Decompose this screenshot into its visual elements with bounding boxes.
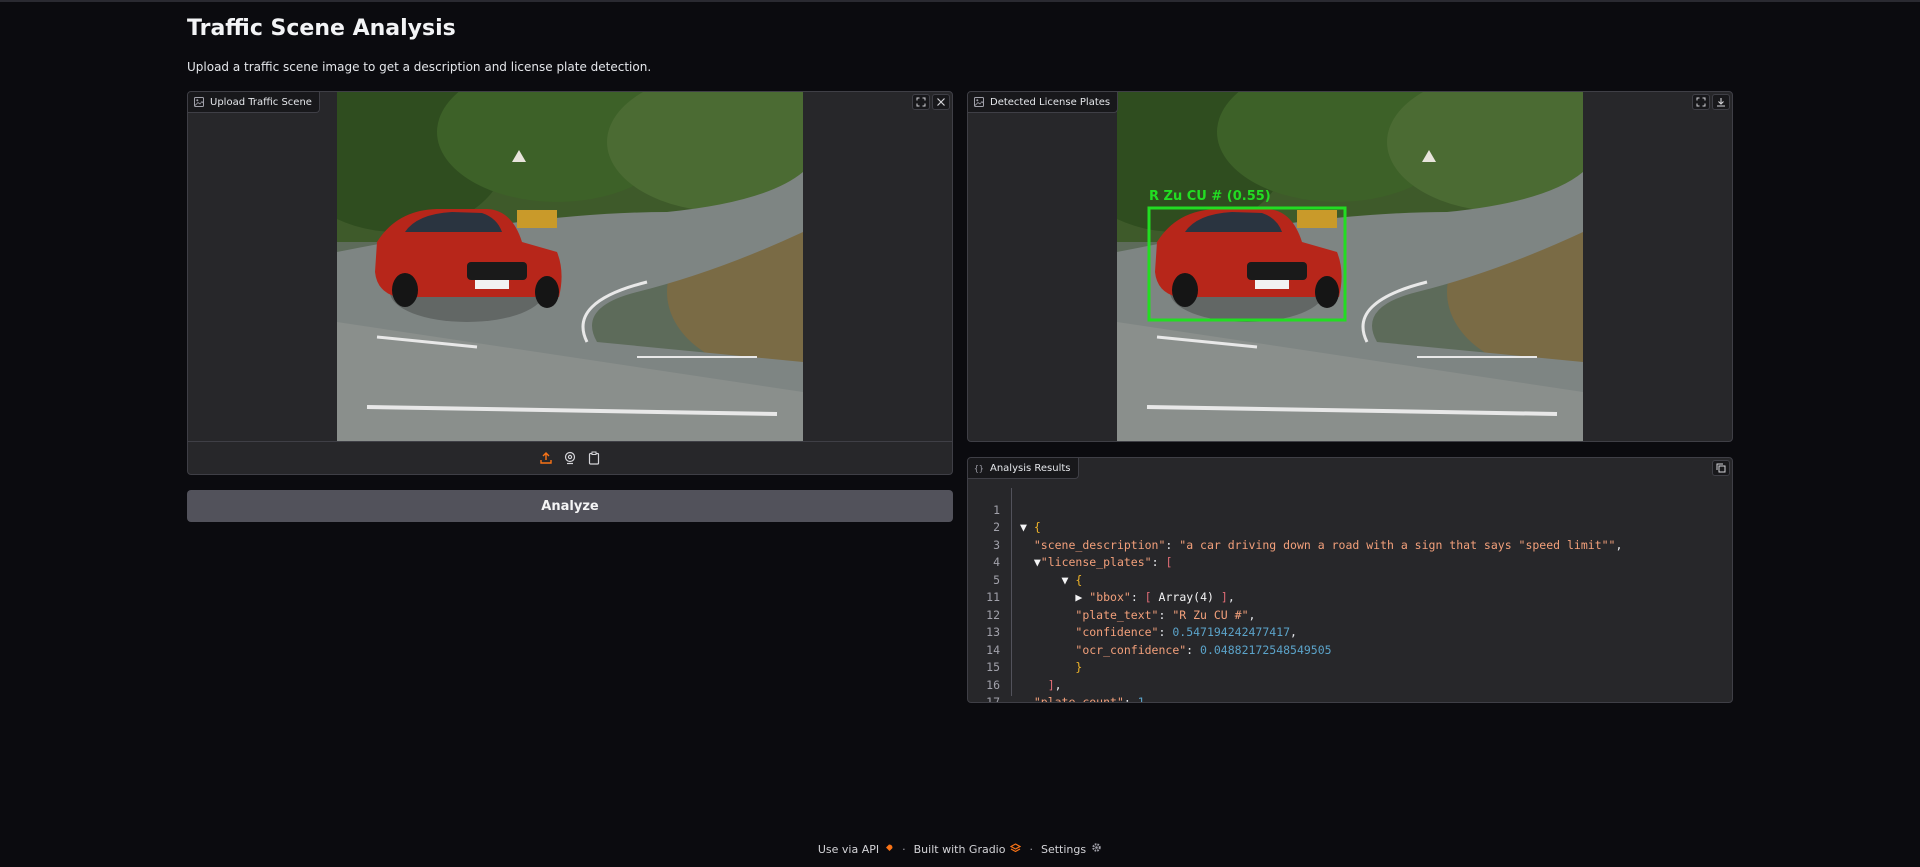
clipboard-icon[interactable]	[586, 450, 602, 466]
output-panel-label-text: Detected License Plates	[990, 96, 1111, 108]
upload-icon[interactable]	[538, 450, 554, 466]
settings-label: Settings	[1040, 842, 1087, 856]
json-line: 12 "confidence": 0.547194242477417,	[968, 589, 1732, 640]
built-with-gradio-label: Built with Gradio	[913, 842, 1006, 856]
analyze-button[interactable]: Analyze	[187, 490, 953, 522]
download-icon[interactable]	[1712, 94, 1730, 110]
gear-icon	[1091, 842, 1102, 856]
footer-separator: ·	[1029, 842, 1033, 856]
image-icon	[974, 97, 984, 107]
detected-plates-image: R Zu CU # (0.55)	[1117, 92, 1583, 441]
detection-label: R Zu CU # (0.55)	[1149, 189, 1271, 204]
json-line: 5 ▶ "bbox": [ Array(4) ],	[968, 554, 1732, 605]
uploaded-traffic-image	[337, 92, 803, 442]
upload-image-panel[interactable]: Upload Traffic Scene	[187, 91, 953, 475]
built-with-gradio-link[interactable]: Built with Gradio	[914, 843, 1022, 856]
json-line: 1 ▼ {	[968, 484, 1732, 535]
settings-link[interactable]: Settings	[1041, 842, 1102, 856]
json-line: 16 "plate_count": 1	[968, 659, 1732, 703]
image-icon	[194, 97, 204, 107]
page-title: Traffic Scene Analysis	[187, 16, 456, 41]
webcam-icon[interactable]	[562, 450, 578, 466]
json-viewer: 1 ▼ { 2 "scene_description": "a car driv…	[968, 484, 1732, 702]
json-line: 11 "plate_text": "R Zu CU #",	[968, 572, 1732, 622]
use-via-api-link[interactable]: Use via API	[818, 843, 894, 856]
json-number: 1	[1137, 695, 1145, 703]
braces-icon: {}	[974, 463, 984, 473]
json-line: 17 }	[968, 677, 1732, 702]
close-icon[interactable]	[932, 94, 950, 110]
upload-panel-label: Upload Traffic Scene	[188, 92, 320, 113]
rocket-icon	[884, 843, 894, 856]
json-panel-label: {} Analysis Results	[968, 458, 1079, 479]
page-subtitle: Upload a traffic scene image to get a de…	[187, 60, 652, 74]
footer: Use via API · Built with Gradio · Settin…	[0, 842, 1920, 856]
json-line: 3 ▼"license_plates": [	[968, 519, 1732, 570]
gradio-logo-icon	[1010, 842, 1022, 856]
json-line: 2 "scene_description": "a car driving do…	[968, 502, 1732, 552]
use-via-api-label: Use via API	[817, 842, 880, 856]
json-key: "plate_count"	[1033, 695, 1124, 703]
footer-separator: ·	[902, 842, 906, 856]
analysis-results-panel: {} Analysis Results 1 ▼ { 2 "scene_descr…	[967, 457, 1733, 703]
json-line: 4 ▼ {	[968, 537, 1732, 587]
json-line: 13 "ocr_confidence": 0.04882172548549505	[968, 607, 1732, 657]
json-line: 14 }	[968, 624, 1732, 675]
fullscreen-icon[interactable]	[912, 94, 930, 110]
fullscreen-icon[interactable]	[1692, 94, 1710, 110]
json-line: 15 ],	[968, 642, 1732, 692]
output-panel-label: Detected License Plates	[968, 92, 1119, 113]
detected-plates-panel: Detected License Plates R Zu CU # (0.55)	[967, 91, 1733, 442]
copy-icon[interactable]	[1712, 460, 1730, 476]
line-number: 17	[986, 695, 1000, 703]
upload-panel-label-text: Upload Traffic Scene	[210, 96, 312, 108]
json-panel-label-text: Analysis Results	[990, 462, 1071, 474]
